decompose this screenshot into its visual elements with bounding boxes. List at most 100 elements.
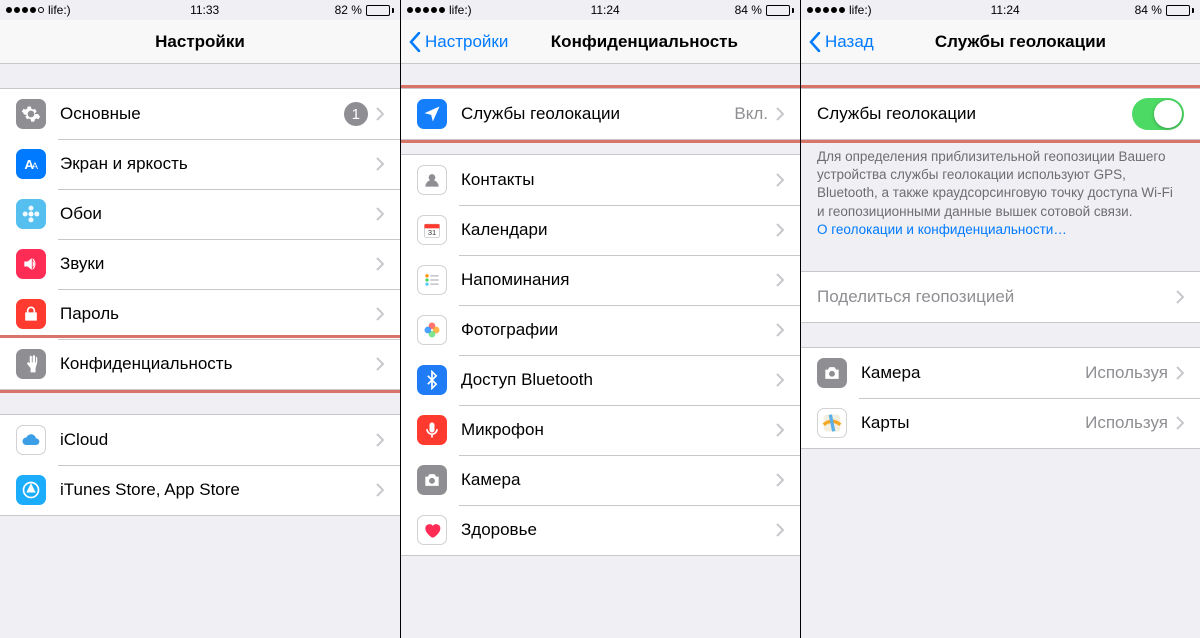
nav-title: Настройки: [155, 32, 245, 52]
footer-link[interactable]: О геолокации и конфиденциальности…: [817, 222, 1067, 237]
cell-label: Микрофон: [461, 420, 776, 440]
chevron-right-icon: [376, 433, 384, 447]
chevron-right-icon: [776, 107, 784, 121]
cell-privacy[interactable]: Конфиденциальность: [0, 339, 400, 389]
cloud-icon: [16, 425, 46, 455]
speaker-icon: [16, 249, 46, 279]
cell-label: iCloud: [60, 430, 376, 450]
privacy-group-2: Контакты 31 Календари Напоминания Фотогр…: [401, 154, 800, 556]
lock-icon: [16, 299, 46, 329]
cell-share-location[interactable]: Поделиться геопозицией: [801, 272, 1200, 322]
cell-detail: Используя: [1085, 363, 1168, 383]
battery-pct-label: 84 %: [1135, 3, 1162, 17]
privacy-content[interactable]: Службы геолокации Вкл. Контакты 31 Кален…: [401, 64, 800, 638]
cell-microphone[interactable]: Микрофон: [401, 405, 800, 455]
badge: 1: [344, 102, 368, 126]
cell-label: Конфиденциальность: [60, 354, 376, 374]
cell-itunes[interactable]: iTunes Store, App Store: [0, 465, 400, 515]
cell-camera[interactable]: Камера: [401, 455, 800, 505]
chevron-left-icon: [809, 32, 821, 52]
battery-pct-label: 84 %: [735, 3, 762, 17]
battery-pct-label: 82 %: [335, 3, 362, 17]
cell-label: Звуки: [60, 254, 376, 274]
nav-title: Службы геолокации: [935, 32, 1106, 52]
location-apps-group: Камера Используя Карты Используя: [801, 347, 1200, 449]
cell-passcode[interactable]: Пароль: [0, 289, 400, 339]
status-bar: life:) 11:24 84 %: [801, 0, 1200, 20]
phone-location: life:) 11:24 84 % Назад Службы геолокаци…: [800, 0, 1200, 638]
chevron-right-icon: [776, 323, 784, 337]
chevron-right-icon: [1176, 290, 1184, 304]
cell-label: Службы геолокации: [461, 104, 734, 124]
cell-contacts[interactable]: Контакты: [401, 155, 800, 205]
back-button[interactable]: Настройки: [409, 32, 508, 52]
cell-label: Здоровье: [461, 520, 776, 540]
signal-dots: [807, 7, 845, 13]
cell-label: Основные: [60, 104, 344, 124]
back-label: Назад: [825, 32, 874, 52]
appstore-icon: [16, 475, 46, 505]
location-content[interactable]: Службы геолокации Для определения прибли…: [801, 64, 1200, 638]
cell-reminders[interactable]: Напоминания: [401, 255, 800, 305]
settings-content[interactable]: Основные 1 AA Экран и яркость Обои Звуки: [0, 64, 400, 638]
cell-health[interactable]: Здоровье: [401, 505, 800, 555]
gear-icon: [16, 99, 46, 129]
cell-display[interactable]: AA Экран и яркость: [0, 139, 400, 189]
chevron-right-icon: [376, 107, 384, 121]
back-label: Настройки: [425, 32, 508, 52]
signal-dots: [6, 7, 44, 13]
battery-icon: [766, 5, 794, 16]
cell-label: Фотографии: [461, 320, 776, 340]
cell-bluetooth[interactable]: Доступ Bluetooth: [401, 355, 800, 405]
svg-text:A: A: [32, 161, 39, 171]
clock-label: 11:24: [591, 3, 620, 17]
clock-label: 11:33: [190, 3, 219, 17]
cell-general[interactable]: Основные 1: [0, 89, 400, 139]
cell-wallpaper[interactable]: Обои: [0, 189, 400, 239]
cell-label: Напоминания: [461, 270, 776, 290]
textformat-icon: AA: [16, 149, 46, 179]
cell-sounds[interactable]: Звуки: [0, 239, 400, 289]
cell-icloud[interactable]: iCloud: [0, 415, 400, 465]
cell-label: Обои: [60, 204, 376, 224]
back-button[interactable]: Назад: [809, 32, 874, 52]
camera-icon: [417, 465, 447, 495]
hand-icon: [16, 349, 46, 379]
cell-calendars[interactable]: 31 Календари: [401, 205, 800, 255]
chevron-right-icon: [776, 523, 784, 537]
chevron-right-icon: [776, 173, 784, 187]
cell-label: iTunes Store, App Store: [60, 480, 376, 500]
chevron-right-icon: [776, 373, 784, 387]
footer-description: Для определения приблизительной геопозиц…: [801, 140, 1200, 251]
phone-privacy: life:) 11:24 84 % Настройки Конфиденциал…: [400, 0, 800, 638]
location-icon: [417, 99, 447, 129]
toggle-switch[interactable]: [1132, 98, 1184, 130]
maps-icon: [817, 408, 847, 438]
carrier-label: life:): [849, 3, 872, 17]
cell-photos[interactable]: Фотографии: [401, 305, 800, 355]
svg-text:31: 31: [428, 228, 436, 237]
clock-label: 11:24: [991, 3, 1020, 17]
footer-text: Для определения приблизительной геопозиц…: [817, 149, 1173, 219]
nav-bar: Настройки Конфиденциальность: [401, 20, 800, 64]
toggle-location-services[interactable]: Службы геолокации: [801, 89, 1200, 139]
chevron-right-icon: [776, 273, 784, 287]
cell-label: Карты: [861, 413, 1085, 433]
chevron-right-icon: [376, 483, 384, 497]
signal-dots: [407, 7, 445, 13]
location-toggle-group: Службы геолокации: [801, 88, 1200, 140]
cell-label: Камера: [461, 470, 776, 490]
chevron-right-icon: [376, 157, 384, 171]
cell-camera-app[interactable]: Камера Используя: [801, 348, 1200, 398]
chevron-right-icon: [776, 223, 784, 237]
chevron-right-icon: [1176, 366, 1184, 380]
nav-bar: Назад Службы геолокации: [801, 20, 1200, 64]
status-bar: life:) 11:33 82 %: [0, 0, 400, 20]
mic-icon: [417, 415, 447, 445]
calendar-icon: 31: [417, 215, 447, 245]
cell-location-services[interactable]: Службы геолокации Вкл.: [401, 89, 800, 139]
cell-label: Контакты: [461, 170, 776, 190]
cell-maps-app[interactable]: Карты Используя: [801, 398, 1200, 448]
cell-label: Экран и яркость: [60, 154, 376, 174]
cell-label: Календари: [461, 220, 776, 240]
